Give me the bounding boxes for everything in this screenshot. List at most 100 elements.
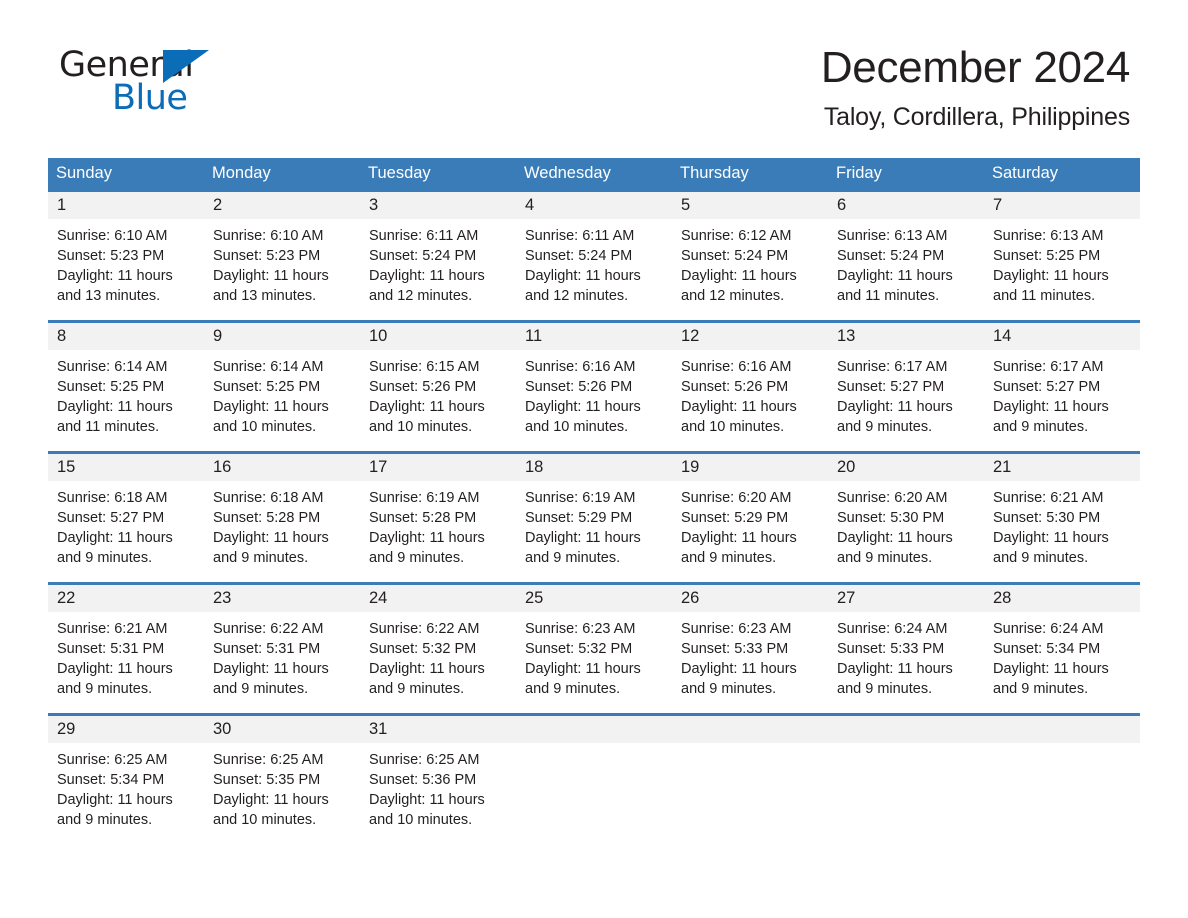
sunrise-text: Sunrise: 6:23 AM: [525, 621, 636, 637]
sunset-text: Sunset: 5:24 PM: [525, 248, 633, 264]
day-cell: Sunrise: 6:15 AM Sunset: 5:26 PM Dayligh…: [360, 350, 516, 451]
sunrise-text: Sunrise: 6:20 AM: [837, 490, 948, 506]
day-cell: Sunrise: 6:11 AM Sunset: 5:24 PM Dayligh…: [516, 219, 672, 320]
day-number[interactable]: 10: [360, 323, 516, 350]
daylight-text-line2: and 9 minutes.: [993, 681, 1089, 697]
sunset-text: Sunset: 5:25 PM: [993, 248, 1101, 264]
day-number[interactable]: 16: [204, 454, 360, 481]
sunset-text: Sunset: 5:24 PM: [681, 248, 789, 264]
sunset-text: Sunset: 5:27 PM: [57, 510, 165, 526]
day-cell: Sunrise: 6:21 AM Sunset: 5:31 PM Dayligh…: [48, 612, 204, 713]
day-number-strip: 22 23 24 25 26 27 28: [48, 585, 1140, 612]
daylight-text-line2: and 9 minutes.: [369, 550, 465, 566]
day-number[interactable]: 23: [204, 585, 360, 612]
sunrise-text: Sunrise: 6:17 AM: [837, 359, 948, 375]
sunset-text: Sunset: 5:31 PM: [213, 641, 321, 657]
day-number[interactable]: 24: [360, 585, 516, 612]
daylight-text-line1: Daylight: 11 hours: [993, 268, 1109, 284]
day-number[interactable]: 12: [672, 323, 828, 350]
sunset-text: Sunset: 5:35 PM: [213, 772, 321, 788]
daylight-text-line2: and 9 minutes.: [57, 681, 153, 697]
day-number[interactable]: 7: [984, 192, 1140, 219]
sunrise-text: Sunrise: 6:19 AM: [525, 490, 636, 506]
daylight-text-line1: Daylight: 11 hours: [993, 399, 1109, 415]
day-number[interactable]: 30: [204, 716, 360, 743]
day-cell: Sunrise: 6:20 AM Sunset: 5:30 PM Dayligh…: [828, 481, 984, 582]
day-number[interactable]: 11: [516, 323, 672, 350]
daylight-text-line2: and 13 minutes.: [57, 288, 161, 304]
calendar-table: Sunday Monday Tuesday Wednesday Thursday…: [48, 158, 1140, 844]
calendar-page: General Blue December 2024 Taloy, Cordil…: [0, 0, 1188, 918]
sunrise-text: Sunrise: 6:12 AM: [681, 228, 792, 244]
sunset-text: Sunset: 5:34 PM: [57, 772, 165, 788]
day-cell-empty: [672, 743, 828, 844]
day-number[interactable]: 9: [204, 323, 360, 350]
daylight-text-line1: Daylight: 11 hours: [57, 530, 173, 546]
day-number[interactable]: 8: [48, 323, 204, 350]
sunrise-text: Sunrise: 6:13 AM: [837, 228, 948, 244]
sunrise-text: Sunrise: 6:16 AM: [525, 359, 636, 375]
sunrise-text: Sunrise: 6:18 AM: [57, 490, 168, 506]
day-cell: Sunrise: 6:22 AM Sunset: 5:32 PM Dayligh…: [360, 612, 516, 713]
day-number[interactable]: 19: [672, 454, 828, 481]
weekday-header-thursday: Thursday: [680, 164, 749, 182]
daylight-text-line2: and 9 minutes.: [57, 812, 153, 828]
daylight-text-line2: and 9 minutes.: [681, 681, 777, 697]
day-number[interactable]: 26: [672, 585, 828, 612]
sunrise-text: Sunrise: 6:21 AM: [993, 490, 1104, 506]
day-cell: Sunrise: 6:13 AM Sunset: 5:25 PM Dayligh…: [984, 219, 1140, 320]
day-number[interactable]: 29: [48, 716, 204, 743]
day-number[interactable]: 6: [828, 192, 984, 219]
day-cell: Sunrise: 6:24 AM Sunset: 5:33 PM Dayligh…: [828, 612, 984, 713]
sunrise-text: Sunrise: 6:20 AM: [681, 490, 792, 506]
sunrise-text: Sunrise: 6:24 AM: [993, 621, 1104, 637]
page-subtitle: Taloy, Cordillera, Philippines: [823, 103, 1130, 131]
day-number[interactable]: 5: [672, 192, 828, 219]
general-blue-logo[interactable]: General Blue: [59, 45, 319, 118]
daylight-text-line2: and 9 minutes.: [681, 550, 777, 566]
day-detail-strip: Sunrise: 6:21 AM Sunset: 5:31 PM Dayligh…: [48, 612, 1140, 713]
day-number[interactable]: 13: [828, 323, 984, 350]
day-cell: Sunrise: 6:13 AM Sunset: 5:24 PM Dayligh…: [828, 219, 984, 320]
day-number[interactable]: 3: [360, 192, 516, 219]
logo-text-blue: Blue: [112, 78, 188, 118]
daylight-text-line2: and 9 minutes.: [525, 681, 621, 697]
sunrise-text: Sunrise: 6:10 AM: [213, 228, 324, 244]
day-number[interactable]: 15: [48, 454, 204, 481]
sunset-text: Sunset: 5:36 PM: [369, 772, 477, 788]
daylight-text-line1: Daylight: 11 hours: [213, 661, 329, 677]
sunset-text: Sunset: 5:28 PM: [369, 510, 477, 526]
sunrise-text: Sunrise: 6:25 AM: [213, 752, 324, 768]
daylight-text-line1: Daylight: 11 hours: [993, 661, 1109, 677]
day-number[interactable]: 27: [828, 585, 984, 612]
daylight-text-line1: Daylight: 11 hours: [57, 792, 173, 808]
day-number[interactable]: 2: [204, 192, 360, 219]
sunset-text: Sunset: 5:30 PM: [837, 510, 945, 526]
daylight-text-line1: Daylight: 11 hours: [369, 792, 485, 808]
daylight-text-line1: Daylight: 11 hours: [681, 530, 797, 546]
day-number[interactable]: 25: [516, 585, 672, 612]
day-number[interactable]: 17: [360, 454, 516, 481]
daylight-text-line2: and 11 minutes.: [57, 419, 160, 435]
calendar-week-row: 15 16 17 18 19 20 21 Sunrise: 6:18 AM Su…: [48, 451, 1140, 582]
day-number[interactable]: 22: [48, 585, 204, 612]
day-number[interactable]: 28: [984, 585, 1140, 612]
daylight-text-line1: Daylight: 11 hours: [681, 661, 797, 677]
day-number[interactable]: 18: [516, 454, 672, 481]
day-number-empty: [828, 716, 984, 743]
day-number[interactable]: 20: [828, 454, 984, 481]
sunset-text: Sunset: 5:33 PM: [681, 641, 789, 657]
day-number[interactable]: 1: [48, 192, 204, 219]
day-number[interactable]: 31: [360, 716, 516, 743]
day-cell: Sunrise: 6:23 AM Sunset: 5:33 PM Dayligh…: [672, 612, 828, 713]
sunrise-text: Sunrise: 6:13 AM: [993, 228, 1104, 244]
daylight-text-line1: Daylight: 11 hours: [213, 530, 329, 546]
day-cell: Sunrise: 6:11 AM Sunset: 5:24 PM Dayligh…: [360, 219, 516, 320]
day-number-strip: 8 9 10 11 12 13 14: [48, 323, 1140, 350]
day-number[interactable]: 4: [516, 192, 672, 219]
day-number[interactable]: 14: [984, 323, 1140, 350]
daylight-text-line1: Daylight: 11 hours: [993, 530, 1109, 546]
weekday-header-wednesday: Wednesday: [524, 164, 611, 182]
sunrise-text: Sunrise: 6:22 AM: [369, 621, 480, 637]
day-number[interactable]: 21: [984, 454, 1140, 481]
